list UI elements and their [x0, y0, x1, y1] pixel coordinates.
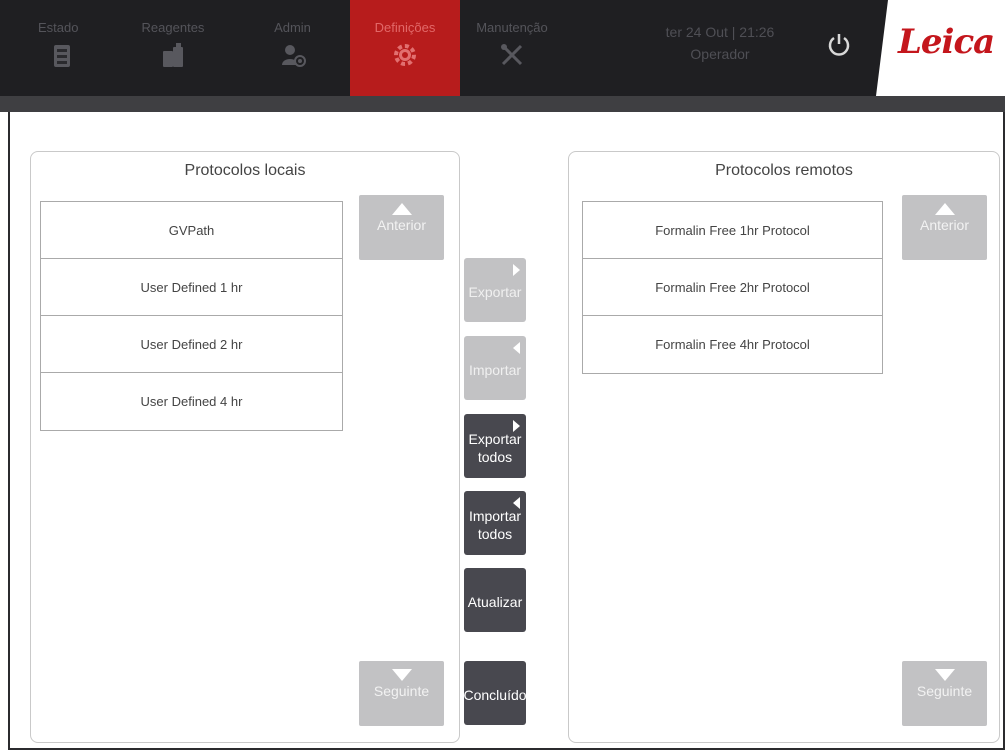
power-icon[interactable]: [826, 32, 852, 58]
tab-definicoes-label: Definições: [374, 20, 436, 35]
tab-estado[interactable]: Estado: [24, 0, 124, 96]
remote-previous-label: Anterior: [919, 217, 970, 233]
top-navigation-bar: Estado Reagentes Admin Definições Manute…: [0, 0, 1005, 96]
import-all-label: Importar todos: [468, 508, 522, 542]
done-label: Concluído: [463, 687, 527, 703]
tab-manutencao[interactable]: Manutenção: [462, 0, 562, 96]
arrow-right-icon: [513, 420, 520, 432]
arrow-left-icon: [513, 497, 520, 509]
tab-manutencao-label: Manutenção: [476, 20, 548, 35]
list-item[interactable]: Formalin Free 4hr Protocol: [583, 316, 882, 373]
list-item[interactable]: GVPath: [41, 202, 342, 259]
remote-previous-button[interactable]: Anterior: [902, 195, 987, 260]
tab-definicoes[interactable]: Definições: [350, 0, 460, 96]
remote-protocols-panel: Protocolos remotos Formalin Free 1hr Pro…: [568, 151, 1000, 743]
export-all-label: Exportar todos: [468, 431, 522, 465]
import-all-button[interactable]: Importar todos: [464, 491, 526, 555]
local-previous-label: Anterior: [376, 217, 427, 233]
local-previous-button[interactable]: Anterior: [359, 195, 444, 260]
list-item[interactable]: User Defined 1 hr: [41, 259, 342, 316]
current-user: Operador: [690, 46, 750, 62]
users-gear-icon: [281, 45, 306, 67]
tab-admin[interactable]: Admin: [250, 0, 335, 96]
list-item[interactable]: Formalin Free 1hr Protocol: [583, 202, 882, 259]
arrow-right-icon: [513, 264, 520, 276]
tab-estado-label: Estado: [38, 20, 79, 35]
remote-next-button[interactable]: Seguinte: [902, 661, 987, 726]
done-button[interactable]: Concluído: [463, 661, 527, 725]
frame-left-border: [8, 112, 10, 750]
remote-protocols-list: Formalin Free 1hr Protocol Formalin Free…: [582, 201, 883, 374]
sub-bar: [0, 96, 1005, 112]
reagent-bottle-icon: [163, 43, 183, 67]
tab-admin-label: Admin: [274, 20, 311, 35]
import-button[interactable]: Importar: [464, 336, 526, 400]
import-label: Importar: [468, 362, 522, 378]
tab-reagentes-label: Reagentes: [141, 20, 205, 35]
update-button[interactable]: Atualizar: [464, 568, 526, 632]
local-next-button[interactable]: Seguinte: [359, 661, 444, 726]
local-protocols-panel: Protocolos locais GVPath User Defined 1 …: [30, 151, 460, 743]
remote-protocols-title: Protocolos remotos: [715, 162, 853, 179]
gear-icon: [394, 44, 416, 66]
local-protocols-title: Protocolos locais: [184, 162, 306, 179]
date-time: ter 24 Out | 21:26: [665, 24, 775, 40]
tab-reagentes[interactable]: Reagentes: [128, 0, 218, 96]
arrow-down-icon: [391, 669, 412, 681]
arrow-up-icon: [391, 203, 412, 215]
arrow-down-icon: [934, 669, 955, 681]
list-item[interactable]: User Defined 2 hr: [41, 316, 342, 373]
list-item[interactable]: Formalin Free 2hr Protocol: [583, 259, 882, 316]
export-label: Exportar: [468, 284, 522, 300]
export-all-button[interactable]: Exportar todos: [464, 414, 526, 478]
local-protocols-list: GVPath User Defined 1 hr User Defined 2 …: [40, 201, 343, 431]
arrow-left-icon: [513, 342, 520, 354]
tools-icon: [501, 44, 523, 66]
leica-logo: Leica: [898, 22, 995, 62]
export-button[interactable]: Exportar: [464, 258, 526, 322]
arrow-up-icon: [934, 203, 955, 215]
instrument-icon: [54, 45, 70, 67]
remote-next-label: Seguinte: [916, 683, 973, 699]
local-next-label: Seguinte: [373, 683, 430, 699]
update-label: Atualizar: [467, 594, 523, 610]
list-item[interactable]: User Defined 4 hr: [41, 373, 342, 430]
